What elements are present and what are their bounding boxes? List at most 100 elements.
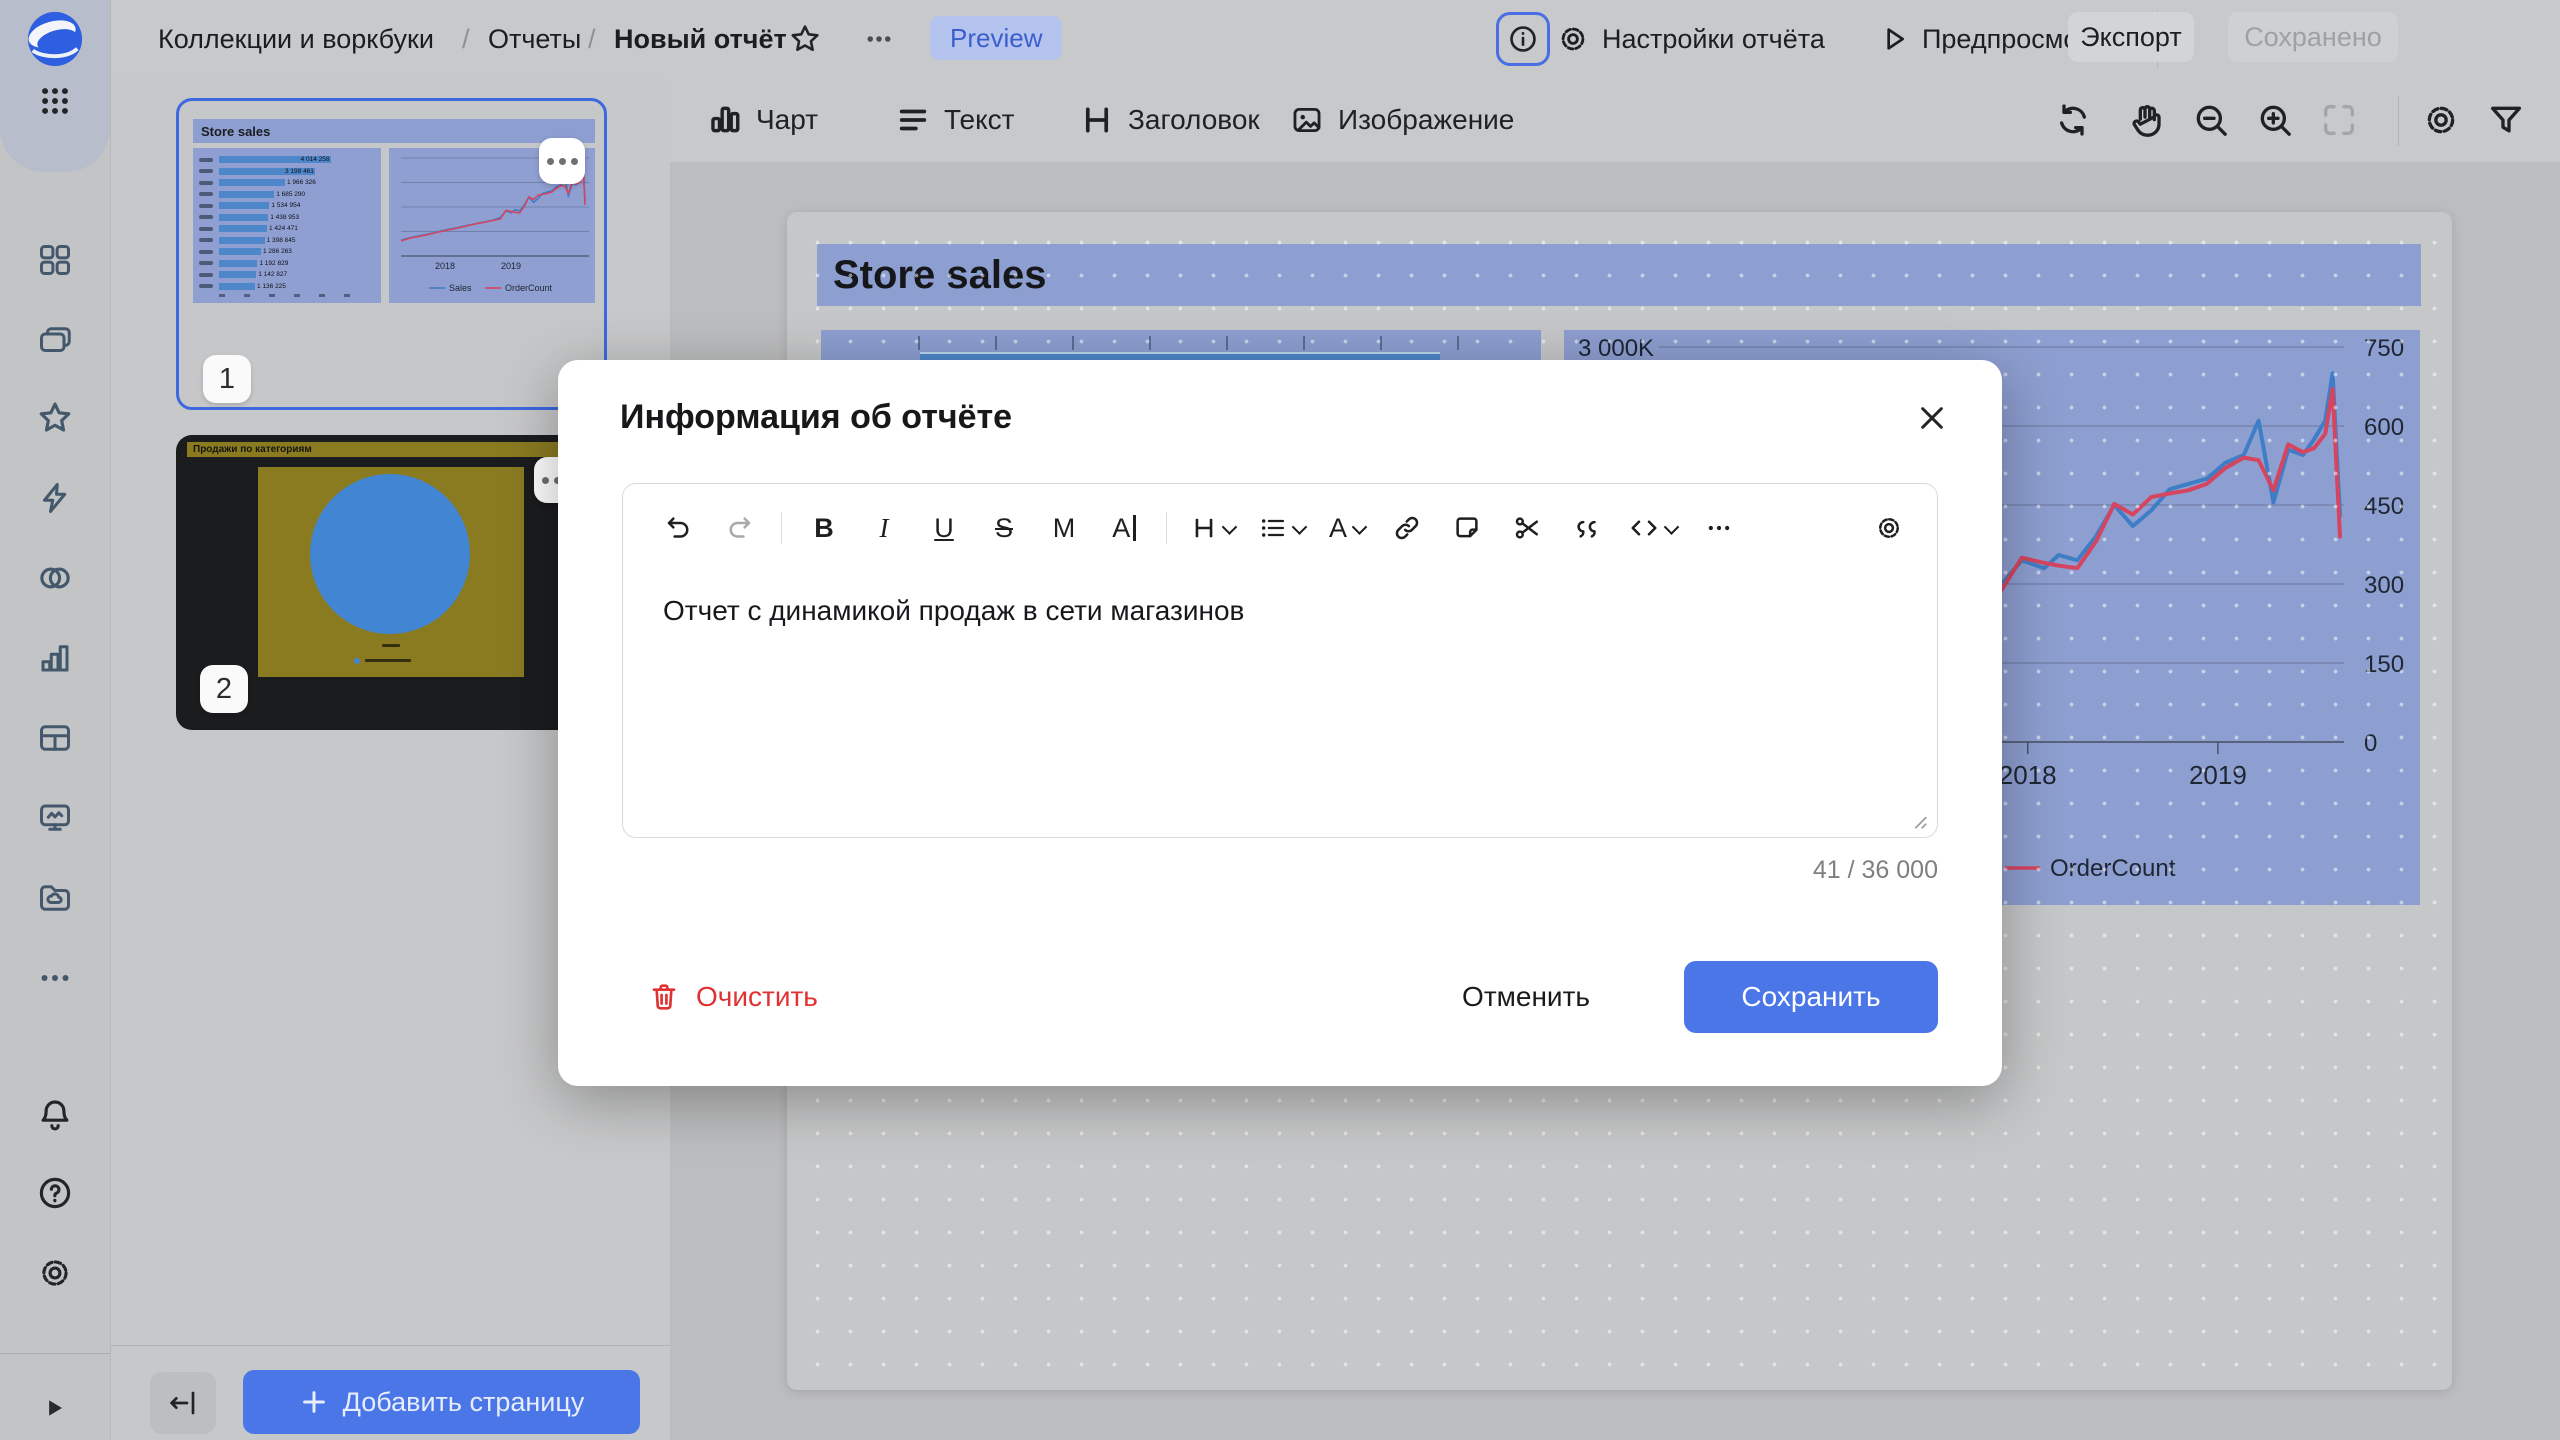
topbar: Коллекции и воркбуки / Отчеты / Новый от… bbox=[110, 0, 2560, 79]
export-button[interactable]: Экспорт bbox=[2068, 12, 2194, 62]
toolbar-more-icon[interactable] bbox=[1701, 510, 1737, 546]
clear-button[interactable]: Очистить bbox=[642, 962, 824, 1032]
breadcrumb-reports[interactable]: Отчеты bbox=[488, 0, 581, 78]
svg-text:600: 600 bbox=[2364, 414, 2404, 441]
thumbnail-1-title: Store sales bbox=[193, 119, 595, 143]
add-page-button[interactable]: Добавить страницу bbox=[243, 1370, 640, 1434]
plus-icon bbox=[299, 1387, 329, 1417]
pan-hand-icon[interactable] bbox=[2127, 100, 2167, 140]
insert-image-button[interactable]: Изображение bbox=[1290, 78, 1514, 162]
chart-icon bbox=[708, 103, 742, 137]
trash-icon bbox=[648, 981, 680, 1013]
image-icon bbox=[1290, 103, 1324, 137]
bar-value-label: 1 685 290 bbox=[276, 191, 305, 198]
typograf-button[interactable]: A bbox=[1106, 510, 1142, 546]
left-axis-top-label: 3 000K bbox=[1578, 335, 1654, 363]
help-icon[interactable] bbox=[36, 1174, 74, 1212]
insert-text-button[interactable]: Текст bbox=[896, 78, 1015, 162]
italic-button[interactable]: I bbox=[866, 510, 902, 546]
svg-text:300: 300 bbox=[2364, 572, 2404, 599]
report-info-button[interactable] bbox=[1496, 12, 1550, 66]
note-icon[interactable] bbox=[1449, 510, 1485, 546]
bar bbox=[219, 283, 255, 290]
page-title-widget[interactable]: Store sales bbox=[817, 244, 2421, 306]
play-icon bbox=[1878, 23, 1910, 55]
editor-toolbar: B I U S M A A bbox=[653, 508, 1907, 548]
settings-gear-icon[interactable] bbox=[36, 1254, 74, 1292]
char-counter: 41 / 36 000 bbox=[1813, 856, 1938, 885]
zoom-out-icon[interactable] bbox=[2191, 100, 2231, 140]
sidebar-item-favorites[interactable] bbox=[36, 399, 74, 437]
breadcrumb-separator: / bbox=[462, 0, 470, 78]
svg-text:OrderCount: OrderCount bbox=[505, 283, 553, 293]
thumbnail-1-menu-button[interactable] bbox=[539, 138, 585, 184]
text-color-menu-button[interactable]: A bbox=[1329, 510, 1365, 546]
report-description-input[interactable]: Отчет с динамикой продаж в сети магазино… bbox=[663, 592, 1897, 630]
favorite-star-icon[interactable] bbox=[778, 12, 832, 66]
pie-label-smudge bbox=[382, 644, 400, 647]
cancel-button[interactable]: Отменить bbox=[1452, 962, 1600, 1032]
bar-category-label bbox=[199, 192, 213, 196]
code-menu-button[interactable] bbox=[1629, 510, 1677, 546]
svg-text:OrderCount: OrderCount bbox=[2050, 855, 2176, 882]
heading-icon bbox=[1080, 103, 1114, 137]
sidebar-item-dashboards[interactable] bbox=[37, 242, 73, 278]
preview-mode-badge[interactable]: Preview bbox=[930, 16, 1062, 60]
panel-footer-divider bbox=[110, 1345, 670, 1346]
sidebar-item-datasets[interactable] bbox=[36, 559, 74, 597]
bar bbox=[219, 248, 261, 255]
bar bbox=[219, 202, 269, 209]
sidebar-item-monitoring[interactable] bbox=[37, 800, 73, 836]
bar-chart-x-axis bbox=[219, 294, 369, 297]
canvas-settings-gear-icon[interactable] bbox=[2421, 100, 2461, 140]
strikethrough-button[interactable]: S bbox=[986, 510, 1022, 546]
apps-grid-icon[interactable] bbox=[38, 84, 72, 118]
sidebar-item-connections[interactable] bbox=[37, 480, 73, 516]
sidebar-item-storage[interactable] bbox=[37, 880, 73, 916]
insert-heading-button[interactable]: Заголовок bbox=[1080, 78, 1260, 162]
redo-icon bbox=[721, 510, 757, 546]
bar-value-label: 1 966 326 bbox=[287, 179, 316, 186]
undo-icon[interactable] bbox=[661, 510, 697, 546]
link-icon[interactable] bbox=[1389, 510, 1425, 546]
close-icon[interactable] bbox=[1910, 396, 1954, 440]
filters-funnel-icon[interactable] bbox=[2486, 100, 2526, 140]
insert-toolbar: Чарт Текст Заголовок Изображение bbox=[670, 78, 2560, 162]
monospace-button[interactable]: M bbox=[1046, 510, 1082, 546]
page-thumbnail-1[interactable]: Store sales 4 014 2583 198 4611 966 3261… bbox=[176, 98, 607, 410]
bar-category-label bbox=[199, 169, 213, 173]
sidebar-item-collections[interactable] bbox=[37, 322, 73, 358]
sidebar-item-tables[interactable] bbox=[37, 720, 73, 756]
cut-scissors-icon[interactable] bbox=[1509, 510, 1545, 546]
save-button[interactable]: Сохранить bbox=[1684, 961, 1938, 1033]
editor-settings-gear-icon[interactable] bbox=[1871, 510, 1907, 546]
fit-to-screen-icon bbox=[2319, 100, 2359, 140]
insert-chart-button[interactable]: Чарт bbox=[708, 78, 818, 162]
bar-category-label bbox=[199, 227, 213, 231]
collapse-arrow-icon bbox=[167, 1387, 199, 1419]
collapse-panel-button[interactable] bbox=[150, 1372, 216, 1434]
sidebar-item-more[interactable] bbox=[37, 960, 73, 996]
sidebar-item-charts[interactable] bbox=[37, 640, 73, 676]
breadcrumb-collections[interactable]: Коллекции и воркбуки bbox=[158, 0, 434, 78]
page-thumbnail-2[interactable]: Продажи по категориям 2 bbox=[176, 435, 607, 730]
more-actions-icon[interactable] bbox=[852, 12, 906, 66]
resize-handle-icon[interactable] bbox=[1907, 809, 1929, 831]
expand-sidebar-icon[interactable] bbox=[41, 1394, 69, 1422]
bar bbox=[219, 225, 267, 232]
app-sidebar bbox=[0, 0, 111, 1440]
bold-button[interactable]: B bbox=[806, 510, 842, 546]
list-menu-button[interactable] bbox=[1259, 510, 1305, 546]
underline-button[interactable]: U bbox=[926, 510, 962, 546]
quote-icon[interactable] bbox=[1569, 510, 1605, 546]
bar-value-label: 1 136 225 bbox=[257, 283, 286, 290]
datalens-logo[interactable] bbox=[26, 10, 84, 68]
refresh-icon[interactable] bbox=[2053, 100, 2093, 140]
svg-text:2018: 2018 bbox=[435, 261, 455, 271]
zoom-in-icon[interactable] bbox=[2255, 100, 2295, 140]
report-settings-button[interactable]: Настройки отчёта bbox=[1556, 0, 1825, 78]
notifications-bell-icon[interactable] bbox=[36, 1096, 74, 1134]
text-icon bbox=[896, 103, 930, 137]
svg-text:150: 150 bbox=[2364, 651, 2404, 678]
heading-menu-button[interactable] bbox=[1191, 510, 1235, 546]
